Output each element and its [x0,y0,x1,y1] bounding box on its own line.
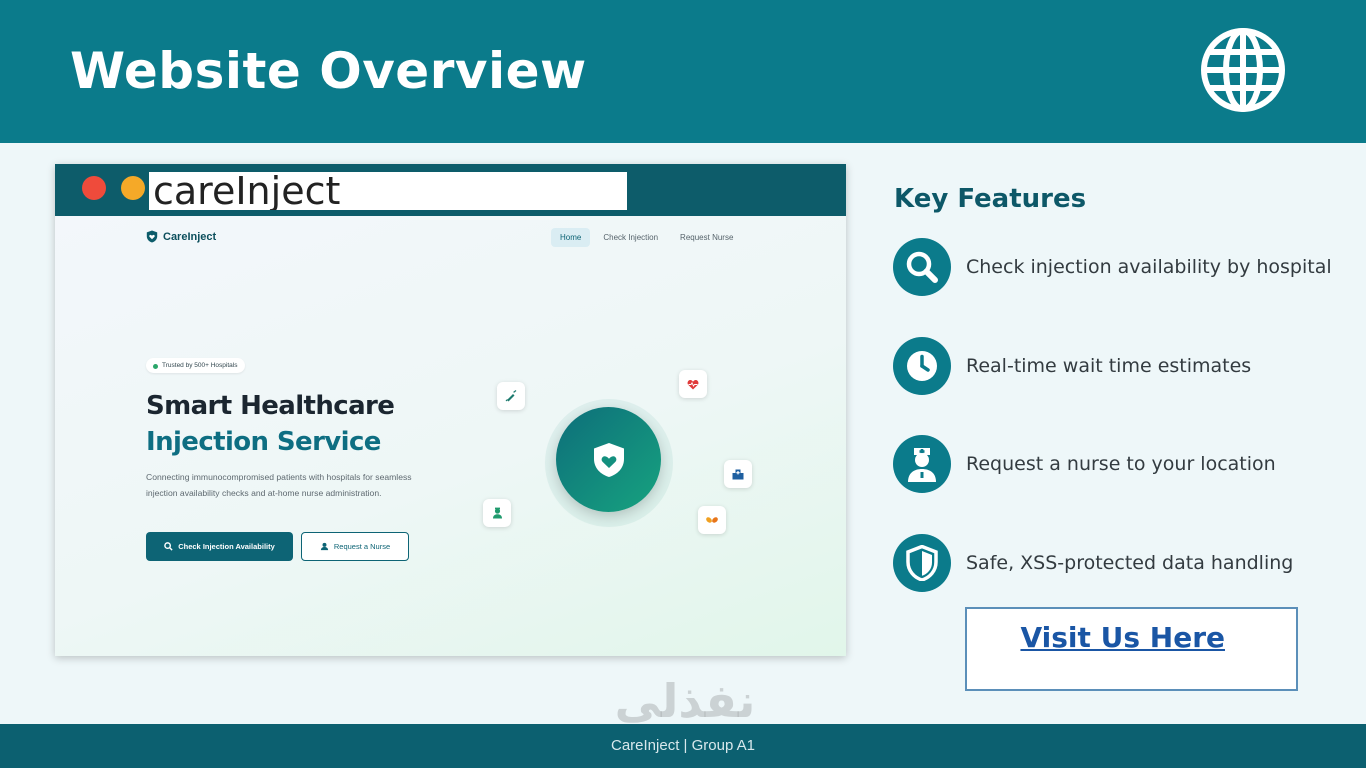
clock-icon [907,351,937,381]
browser-chrome: careInject [55,164,846,216]
hero-description: Connecting immunocompromised patients wi… [146,472,412,498]
slide-title: Website Overview [70,42,587,100]
feature-text: Request a nurse to your location [966,453,1276,475]
feature-item: Real-time wait time estimates [893,337,1353,395]
feature-item: Safe, XSS-protected data handling [893,534,1353,592]
pills-icon [706,517,718,523]
request-nurse-button[interactable]: Request a Nurse [301,532,409,561]
shield-icon [906,545,938,581]
site-nav: Home Check Injection Request Nurse [551,228,742,247]
key-features-title: Key Features [894,184,1087,214]
hero-title-line1: Smart Healthcare [146,391,395,421]
feature-icon-badge [893,534,951,592]
syringe-card [497,382,525,410]
heartbeat-icon [687,379,699,389]
feature-icon-badge [893,337,951,395]
visit-us-link[interactable]: Visit Us Here [981,621,1225,654]
hero-title-line2: Injection Service [146,427,381,457]
website-screenshot: careInject CareInject Home Check Injecti… [55,164,846,656]
feature-icon-badge [893,435,951,493]
shield-logo-icon [146,230,158,243]
slide-header: Website Overview [0,0,1366,143]
nurse-icon [908,448,936,482]
site-logo[interactable]: CareInject [146,230,216,243]
footer-text: CareInject | Group A1 [611,737,755,754]
nav-home[interactable]: Home [551,228,591,247]
close-window-dot[interactable] [82,176,106,200]
nurse-card [483,499,511,527]
hospital-card [724,460,752,488]
check-availability-button[interactable]: Check Injection Availability [146,532,293,561]
globe-icon [1201,28,1285,112]
hospital-icon [732,469,744,479]
syringe-icon [505,390,517,402]
feature-icon-badge [893,238,951,296]
feature-text: Check injection availability by hospital [966,256,1332,278]
trust-badge: Trusted by 500+ Hospitals [146,358,246,373]
check-availability-label: Check Injection Availability [178,542,275,551]
heartbeat-card [679,370,707,398]
hero-illustration [556,407,661,512]
feature-item: Request a nurse to your location [893,435,1353,493]
site-brand-name: CareInject [163,230,217,243]
feature-text: Safe, XSS-protected data handling [966,552,1294,574]
search-icon [906,251,938,283]
website-page: CareInject Home Check Injection Request … [55,216,846,656]
pills-card [698,506,726,534]
visit-link-box: Visit Us Here [965,607,1298,691]
feature-item: Check injection availability by hospital [893,238,1353,296]
nav-check-injection[interactable]: Check Injection [594,228,667,247]
nurse-icon [492,507,502,519]
shield-heart-icon [593,442,624,477]
address-bar[interactable]: careInject [149,172,627,210]
request-nurse-label: Request a Nurse [333,542,391,551]
search-icon [164,542,173,551]
feature-text: Real-time wait time estimates [966,355,1252,377]
minimize-window-dot[interactable] [121,176,145,200]
slide-footer: CareInject | Group A1 [0,724,1366,768]
nav-request-nurse[interactable]: Request Nurse [671,228,742,247]
nurse-small-icon [320,542,328,551]
